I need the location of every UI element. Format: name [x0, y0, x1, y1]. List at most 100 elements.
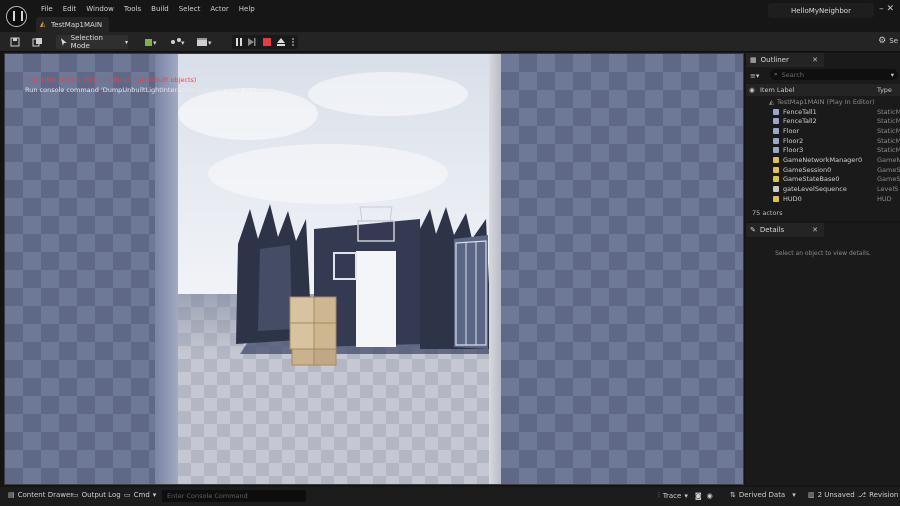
actor-icon [773, 156, 779, 163]
actor-icon [773, 186, 779, 193]
outliner-item-type: LevelS [877, 185, 899, 194]
cmd-dropdown[interactable]: ▭ Cmd ▾ [124, 491, 156, 499]
derived-data-label: Derived Data [738, 491, 786, 499]
unsaved-button[interactable]: ▥ 2 Unsaved [808, 491, 855, 499]
col-item-label[interactable]: Item Label [760, 86, 794, 94]
gear-icon: ⚙ [878, 36, 887, 46]
outliner-row[interactable]: FenceTall1 StaticM [746, 107, 900, 117]
details-empty-message: Select an object to view details. [775, 250, 871, 257]
outliner-tab-label: Outliner [760, 56, 789, 64]
outliner-row[interactable]: GameSession0 GameS [746, 165, 900, 175]
left-wall [5, 54, 177, 484]
outliner-item-label: GameNetworkManager0 [783, 155, 863, 164]
content-drawer-label: Content Drawer [17, 491, 74, 499]
outliner-item-label: FenceTall1 [783, 107, 817, 116]
main-toolbar: Selection Mode ▾ ▾ ▾ ▾ ⚙ Se [0, 32, 900, 52]
status-bar: ▤ Content Drawer ▭ Output Log ▭ Cmd ▾ En… [0, 487, 900, 506]
camera-icon[interactable]: ◙ [695, 492, 702, 500]
output-log-label: Output Log [81, 491, 121, 499]
root-label: TestMap1MAIN (Play In Editor) [777, 97, 875, 106]
visibility-eye-icon[interactable]: ◉ [749, 86, 755, 94]
content-drawer-button[interactable]: ▤ Content Drawer [8, 491, 73, 499]
window-controls[interactable]: – ✕ [879, 4, 894, 14]
revision-icon: ⎇ [858, 491, 867, 499]
svg-text:▾: ▾ [208, 39, 212, 47]
blueprint-icon[interactable]: ▾ [170, 36, 186, 48]
main-menu: File Edit Window Tools Build Select Acto… [36, 5, 260, 14]
svg-text:▾: ▾ [153, 39, 157, 47]
outliner-column-header: ◉ Item Label Type [746, 84, 900, 96]
unreal-logo-icon[interactable] [6, 6, 27, 27]
details-panel: ✎ Details ✕ Select an object to view det… [746, 223, 900, 485]
close-icon[interactable]: ✕ [812, 56, 818, 64]
output-log-icon: ▭ [72, 491, 79, 499]
selection-mode-dropdown[interactable]: Selection Mode ▾ [56, 34, 128, 50]
outliner-row[interactable]: FenceTall2 StaticM [746, 116, 900, 126]
menu-select[interactable]: Select [174, 5, 206, 14]
add-actor-icon[interactable]: ▾ [144, 36, 158, 48]
level-viewport[interactable]: LIGHTING NEEDS TO BE REBUILT (14 unbuilt… [4, 53, 744, 485]
output-log-button[interactable]: ▭ Output Log [72, 491, 121, 499]
menu-edit[interactable]: Edit [58, 5, 82, 14]
settings-button[interactable]: ⚙ Se [878, 36, 898, 46]
outliner-row[interactable]: GameStateBase0 GameS [746, 175, 900, 185]
world-icon: ◭ [769, 97, 774, 106]
save-icon[interactable] [10, 36, 20, 48]
outliner-item-label: gateLevelSequence [783, 185, 847, 194]
outliner-item-type: GameS [877, 175, 900, 184]
filter-icon[interactable]: ≡▾ [750, 72, 759, 80]
actor-icon [773, 166, 779, 173]
close-icon[interactable]: ✕ [812, 226, 818, 234]
outliner-item-label: Floor [783, 126, 800, 135]
chevron-down-icon[interactable]: ▾ [891, 71, 894, 79]
pencil-icon: ✎ [750, 226, 756, 234]
actor-icon [773, 137, 779, 144]
outliner-tab[interactable]: ▦ Outliner ✕ [746, 53, 824, 67]
outliner-row[interactable]: GameNetworkManager0 GameN [746, 155, 900, 165]
outliner-item-type: HUD [877, 194, 892, 203]
stop-icon [263, 38, 271, 46]
menu-tools[interactable]: Tools [119, 5, 146, 14]
cinematics-icon[interactable]: ▾ [196, 36, 214, 48]
actor-icon [773, 127, 779, 134]
revision-label: Revision C [869, 491, 900, 499]
menu-window[interactable]: Window [81, 5, 119, 14]
derived-data-button[interactable]: ⇅ Derived Data ▾ [730, 491, 796, 499]
record-icon[interactable]: ◉ [707, 492, 713, 500]
trace-label: Trace [662, 491, 682, 500]
menu-help[interactable]: Help [234, 5, 260, 14]
outliner-row[interactable]: Floor StaticM [746, 126, 900, 136]
terminal-icon: ▭ [124, 491, 131, 499]
wall-edge-pillar [489, 54, 501, 484]
console-input[interactable]: Enter Console Command [162, 490, 306, 502]
title-bar: File Edit Window Tools Build Select Acto… [0, 0, 900, 32]
trace-button[interactable]: ⫶ Trace ▾ ◙ ◉ [658, 491, 713, 500]
outliner-search-input[interactable]: ⌕ Search ▾ [770, 69, 898, 80]
content-drawer-icon: ▤ [8, 491, 15, 499]
outliner-row[interactable]: gateLevelSequence LevelS [746, 184, 900, 194]
map-tab-label: TestMap1MAIN [51, 20, 103, 29]
unsaved-icon: ▥ [808, 491, 815, 499]
settings-label: Se [889, 37, 898, 45]
lighting-hint: Run console command 'DumpUnbuiltLightInt… [25, 86, 275, 94]
outliner-item-type: StaticM [877, 107, 900, 116]
map-tab[interactable]: ◭ TestMap1MAIN [36, 17, 110, 32]
right-wall [501, 54, 743, 484]
outliner-root-row[interactable]: ◭ TestMap1MAIN (Play In Editor) [746, 97, 900, 107]
project-name: HelloMyNeighbor [768, 3, 874, 18]
actor-icon [773, 176, 779, 183]
outliner-row[interactable]: Floor2 StaticM [746, 136, 900, 146]
revision-control-button[interactable]: ⎇ Revision C [858, 491, 900, 499]
outliner-item-type: StaticM [877, 126, 900, 135]
content-browser-icon[interactable] [32, 36, 43, 48]
menu-build[interactable]: Build [146, 5, 174, 14]
actor-icon [773, 108, 779, 115]
menu-file[interactable]: File [36, 5, 58, 14]
details-tab[interactable]: ✎ Details ✕ [746, 223, 824, 237]
col-type[interactable]: Type [877, 86, 892, 94]
menu-actor[interactable]: Actor [205, 5, 233, 14]
pause-icon [236, 38, 242, 46]
outliner-row[interactable]: Floor3 StaticM [746, 145, 900, 155]
outliner-list: ◭ TestMap1MAIN (Play In Editor) FenceTal… [746, 97, 900, 204]
outliner-row[interactable]: HUD0 HUD [746, 194, 900, 204]
